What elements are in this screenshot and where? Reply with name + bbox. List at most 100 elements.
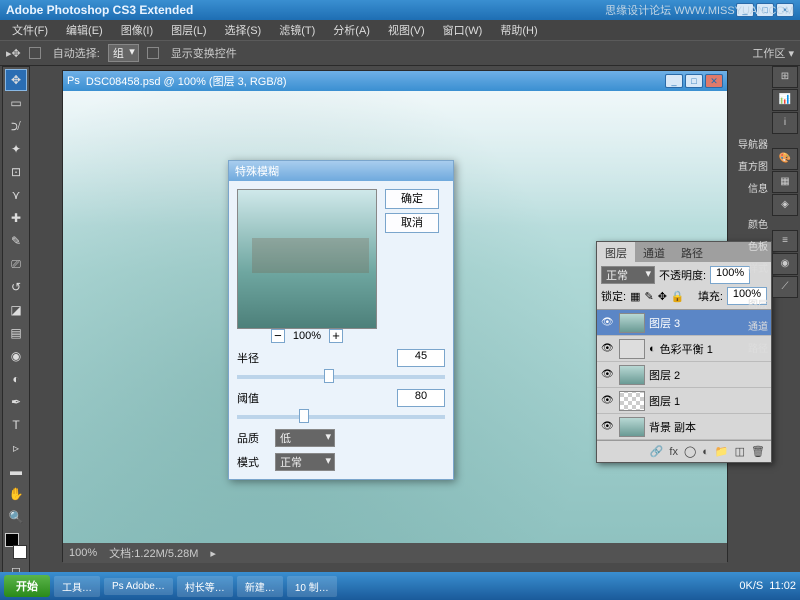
link-icon[interactable]: 🔗 [650,445,664,458]
menu-filter[interactable]: 滤镜(T) [271,20,323,40]
lock-move-icon[interactable]: ✥ [658,290,667,303]
taskbar-item[interactable]: 新建… [237,576,283,597]
taskbar-item[interactable]: 工具… [54,576,100,597]
adjustment-layer-icon[interactable]: ◐ [702,446,709,458]
layer-thumbnail[interactable] [619,417,645,437]
visibility-icon[interactable] [601,420,615,434]
quality-dropdown[interactable]: 低 [275,429,335,447]
brush-tool[interactable]: ✎ [5,230,27,252]
menu-image[interactable]: 图像(I) [113,20,161,40]
histogram-icon[interactable]: 📊 [772,89,798,111]
layer-row[interactable]: 图层 2 [597,362,771,388]
crop-tool[interactable]: ⊡ [5,161,27,183]
zoom-out-button[interactable]: − [271,329,285,343]
taskbar-item[interactable]: 村长等… [177,576,233,597]
eyedropper-tool[interactable]: ⋎ [5,184,27,206]
styles-icon[interactable]: ◈ [772,194,798,216]
menu-window[interactable]: 窗口(W) [435,20,491,40]
mask-icon[interactable]: ◯ [684,445,696,458]
layer-thumbnail[interactable] [619,365,645,385]
visibility-icon[interactable] [601,316,615,330]
layer-name[interactable]: 色彩平衡 1 [660,341,713,357]
path-tool[interactable]: ▹ [5,437,27,459]
doc-minimize-button[interactable]: _ [665,74,683,88]
auto-select-checkbox[interactable] [29,47,41,59]
color-icon[interactable]: 🎨 [772,148,798,170]
doc-close-button[interactable]: ✕ [705,74,723,88]
ok-button[interactable]: 确定 [385,189,439,209]
lock-brush-icon[interactable]: ✎ [644,290,653,303]
layer-name[interactable]: 图层 1 [649,393,680,409]
color-swatch[interactable] [5,533,27,559]
tab-paths[interactable]: 路径 [673,242,711,262]
info-icon[interactable]: i [772,112,798,134]
cancel-button[interactable]: 取消 [385,213,439,233]
doc-maximize-button[interactable]: □ [685,74,703,88]
wand-tool[interactable]: ✦ [5,138,27,160]
preview-image[interactable] [237,189,377,329]
menu-help[interactable]: 帮助(H) [492,20,545,40]
lasso-tool[interactable]: ⟉ [5,115,27,137]
fx-icon[interactable]: fx [669,446,678,458]
navigator-icon[interactable]: ⊞ [772,66,798,88]
heal-tool[interactable]: ✚ [5,207,27,229]
menu-select[interactable]: 选择(S) [217,20,270,40]
channels-icon[interactable]: ◉ [772,253,798,275]
workspace-button[interactable]: 工作区 ▾ [752,45,794,61]
layer-name[interactable]: 背景 副本 [649,419,696,435]
layers-icon[interactable]: ≡ [772,230,798,252]
zoom-tool[interactable]: 🔍 [5,506,27,528]
auto-select-dropdown[interactable]: 组 [108,44,139,62]
taskbar-item[interactable]: Ps Adobe… [104,578,173,595]
layer-name[interactable]: 图层 3 [649,315,680,331]
status-arrow-icon[interactable]: ▸ [210,547,216,560]
menu-analysis[interactable]: 分析(A) [325,20,378,40]
blur-tool[interactable]: ◉ [5,345,27,367]
gradient-tool[interactable]: ▤ [5,322,27,344]
menu-view[interactable]: 视图(V) [380,20,433,40]
radius-input[interactable]: 45 [397,349,445,367]
stamp-tool[interactable]: ⎚ [5,253,27,275]
zoom-in-button[interactable]: + [329,329,343,343]
eraser-tool[interactable]: ◪ [5,299,27,321]
visibility-icon[interactable] [601,394,615,408]
menu-file[interactable]: 文件(F) [4,20,56,40]
layer-thumbnail[interactable] [619,391,645,411]
swatches-icon[interactable]: ▦ [772,171,798,193]
shape-tool[interactable]: ▬ [5,460,27,482]
start-button[interactable]: 开始 [4,575,50,597]
zoom-level[interactable]: 100% [69,547,97,559]
threshold-input[interactable]: 80 [397,389,445,407]
clock[interactable]: 11:02 [769,580,796,592]
trash-icon[interactable]: 🗑 [751,445,765,458]
hand-tool[interactable]: ✋ [5,483,27,505]
tab-channels[interactable]: 通道 [635,242,673,262]
menu-layer[interactable]: 图层(L) [163,20,214,40]
pen-tool[interactable]: ✒ [5,391,27,413]
lock-trans-icon[interactable]: ▦ [630,290,640,303]
folder-icon[interactable]: 📁 [715,445,729,458]
layer-thumbnail[interactable] [619,339,645,359]
history-brush-tool[interactable]: ↺ [5,276,27,298]
layer-thumbnail[interactable] [619,313,645,333]
lock-all-icon[interactable]: 🔒 [671,290,685,303]
new-layer-icon[interactable]: ◫ [735,445,745,458]
paths-icon[interactable]: ⟋ [772,276,798,298]
threshold-slider[interactable] [237,415,445,419]
move-tool[interactable]: ✥ [5,69,27,91]
visibility-icon[interactable] [601,368,615,382]
taskbar-item[interactable]: 10 制… [287,576,337,597]
marquee-tool[interactable]: ▭ [5,92,27,114]
dialog-titlebar[interactable]: 特殊模糊 [229,161,453,181]
layer-row[interactable]: 背景 副本 [597,414,771,440]
layer-name[interactable]: 图层 2 [649,367,680,383]
type-tool[interactable]: T [5,414,27,436]
visibility-icon[interactable] [601,342,615,356]
mode-dropdown[interactable]: 正常 [275,453,335,471]
menu-edit[interactable]: 编辑(E) [58,20,111,40]
show-transform-checkbox[interactable] [147,47,159,59]
radius-slider[interactable] [237,375,445,379]
dodge-tool[interactable]: ◐ [5,368,27,390]
tab-layers[interactable]: 图层 [597,242,635,262]
layer-row[interactable]: 图层 1 [597,388,771,414]
